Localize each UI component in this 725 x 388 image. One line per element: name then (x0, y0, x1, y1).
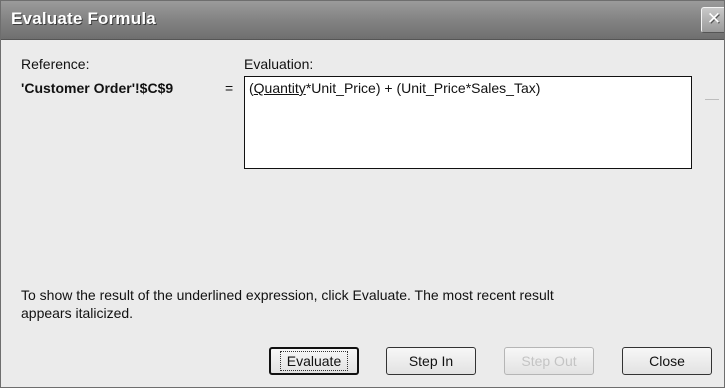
scroll-indicator (705, 99, 719, 100)
eval-remaining-expression: *Unit_Price) + (Unit_Price*Sales_Tax) (305, 80, 541, 96)
step-in-button[interactable]: Step In (386, 347, 476, 375)
reference-label: Reference: (21, 56, 90, 72)
evaluate-button-label: Evaluate (279, 351, 349, 371)
evaluation-box[interactable]: (Quantity*Unit_Price) + (Unit_Price*Sale… (244, 76, 692, 169)
evaluate-button[interactable]: Evaluate (269, 347, 359, 375)
evaluation-label: Evaluation: (244, 56, 314, 72)
dialog-title: Evaluate Formula (11, 9, 156, 28)
close-button[interactable]: Close (622, 347, 712, 375)
equals-sign: = (225, 80, 234, 96)
evaluate-formula-dialog: Evaluate Formula ✕ Reference: 'Customer … (0, 0, 725, 388)
title-bar[interactable]: Evaluate Formula ✕ (1, 1, 724, 40)
close-icon[interactable]: ✕ (701, 7, 724, 33)
hint-line-1: To show the result of the underlined exp… (21, 287, 554, 303)
hint-line-2: appears italicized. (21, 305, 134, 321)
step-out-button: Step Out (504, 347, 594, 375)
eval-underlined-expression: Quantity (253, 80, 306, 96)
reference-value: 'Customer Order'!$C$9 (21, 80, 174, 96)
